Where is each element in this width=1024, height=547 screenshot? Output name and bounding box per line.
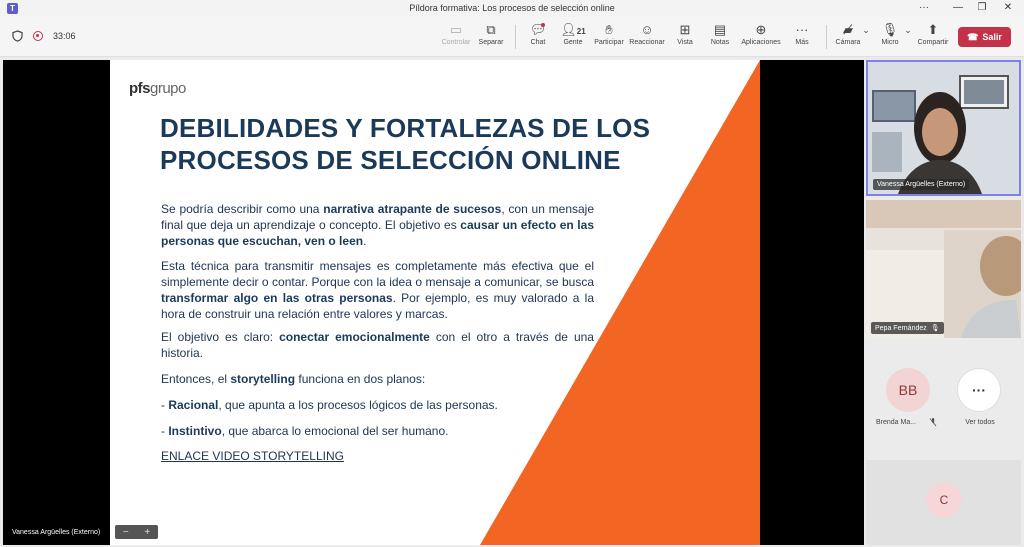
presenter-name-tag: Vanessa Argüelles (Externo) <box>8 527 105 538</box>
more-button[interactable]: ··· Más <box>780 21 824 46</box>
share-screen-icon: ⬆︎ <box>927 22 939 37</box>
meeting-toolbar: 33:06 ▭ Controlar ⧉ Separar 💬︎ Chat 👤︎21… <box>0 17 1024 57</box>
meeting-timer: 33:06 <box>53 31 76 41</box>
mic-off-icon <box>929 418 937 427</box>
ellipsis-icon: ··· <box>795 22 809 37</box>
participant-video-tile[interactable]: Pepa Fernández 🎙︎ <box>866 200 1021 338</box>
add-app-icon: ⊕ <box>755 22 767 37</box>
zoom-controls: − + <box>115 525 158 539</box>
minimize-button[interactable]: — <box>948 2 968 13</box>
ver-todos-label: Ver todos <box>965 419 995 426</box>
paragraph-1: Se podría describir como una narrativa a… <box>161 202 595 248</box>
zoom-in-button[interactable]: + <box>144 527 150 538</box>
share-button[interactable]: ⬆︎ Compartir <box>911 21 955 46</box>
paragraph-5: - Racional, que apunta a los procesos ló… <box>161 398 498 412</box>
window-title: Píldora formativa: Los procesos de selec… <box>409 3 615 13</box>
participant-name-label: Pepa Fernández 🎙︎ <box>871 322 944 334</box>
restore-button[interactable]: ❐ <box>972 2 992 13</box>
storytelling-video-link[interactable]: ENLACE VIDEO STORYTELLING <box>161 449 344 463</box>
participant-name-label: Brenda Ma... <box>876 419 917 426</box>
paragraph-3: El objetivo es claro: conectar emocional… <box>161 330 594 360</box>
close-button[interactable]: ✕ <box>998 2 1018 13</box>
ver-todos-button[interactable]: ··· <box>957 368 1001 412</box>
apps-button[interactable]: ⊕ Aplicaciones <box>739 21 783 46</box>
participant-video <box>868 62 1019 194</box>
pfs-logo: pfsgrupo <box>129 80 186 97</box>
participant-video-tile[interactable]: Vanessa Argüelles (Externo) <box>866 60 1021 196</box>
avatar[interactable]: BB <box>886 368 930 412</box>
recording-icon <box>33 31 43 41</box>
shield-icon <box>12 30 23 42</box>
mic-off-icon: 🎙︎ <box>930 325 940 332</box>
notes-button[interactable]: ▤ Notas <box>698 21 742 46</box>
paragraph-4: Entonces, el storytelling funciona en do… <box>161 372 426 386</box>
paragraph-2: Esta técnica para transmitir mensajes es… <box>161 259 595 321</box>
title-bar: T Píldora formativa: Los procesos de sel… <box>0 0 1024 17</box>
separate-button[interactable]: ⧉ Separar <box>469 21 513 46</box>
popout-icon: ⧉ <box>486 22 496 37</box>
zoom-out-button[interactable]: − <box>123 527 129 538</box>
participant-name-label: Vanessa Argüelles (Externo) <box>873 179 970 190</box>
slide-title: DEBILIDADES Y FORTALEZAS DE LOS PROCESOS… <box>160 113 651 175</box>
leave-button[interactable]: ☎︎ Salir <box>958 27 1011 47</box>
presentation-slide: pfsgrupo DEBILIDADES Y FORTALEZAS DE LOS… <box>110 60 760 545</box>
more-options-icon[interactable]: ··· <box>914 2 934 13</box>
notes-icon: ▤ <box>713 22 727 37</box>
paragraph-6: - Instintivo, que abarca lo emocional de… <box>161 424 449 438</box>
shared-screen: pfsgrupo DEBILIDADES Y FORTALEZAS DE LOS… <box>3 60 864 545</box>
participant-video <box>866 200 1021 338</box>
avatar: C <box>926 482 962 518</box>
phone-hangup-icon: ☎︎ <box>967 31 979 42</box>
participant-tile[interactable]: C <box>866 460 1021 545</box>
